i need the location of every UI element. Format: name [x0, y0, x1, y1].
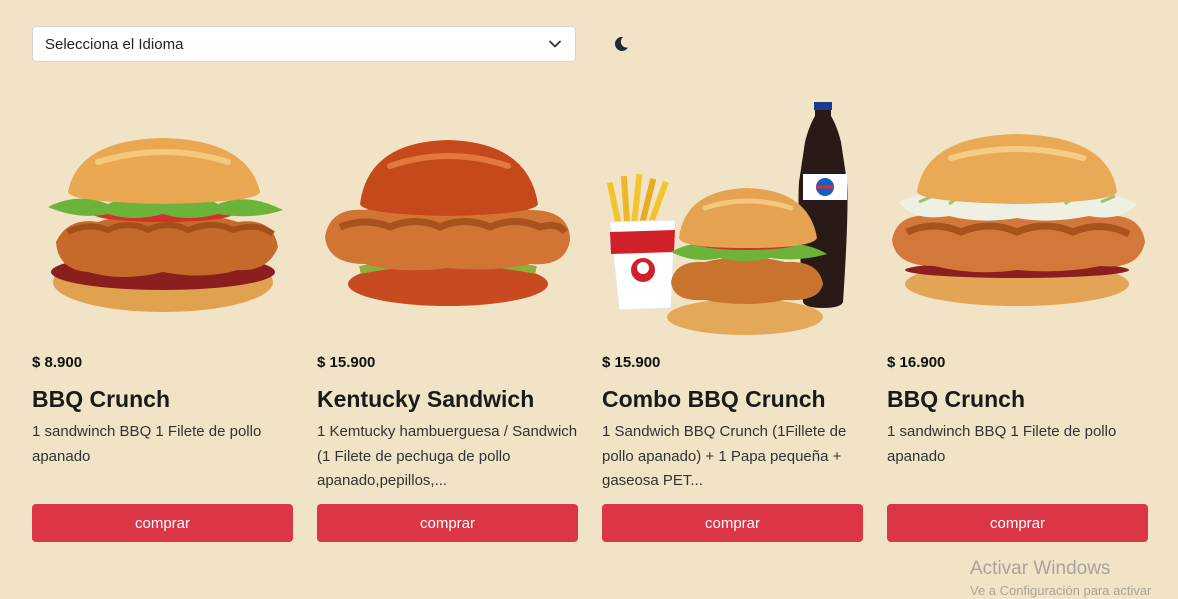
product-description: 1 Sandwich BBQ Crunch (1Fillete de pollo…: [602, 423, 847, 489]
buy-button[interactable]: comprar: [32, 504, 293, 542]
product-price: $ 16.900: [887, 354, 946, 371]
watermark-title: Activar Windows: [970, 558, 1111, 579]
moon-icon[interactable]: [612, 35, 630, 53]
product-title: Kentucky Sandwich: [317, 386, 535, 412]
watermark-subtitle: Ve a Configuración para activar: [970, 583, 1152, 598]
product-title: BBQ Crunch: [32, 386, 170, 412]
product-card: $ 16.900 BBQ Crunch 1 sandwinch BBQ 1 Fi…: [887, 100, 1148, 542]
product-title: Combo BBQ Crunch: [602, 386, 826, 412]
language-select-label: Selecciona el Idioma: [45, 35, 184, 53]
buy-button[interactable]: comprar: [317, 504, 578, 542]
product-card: $ 15.900 Kentucky Sandwich 1 Kemtucky ha…: [317, 100, 578, 542]
bbq-crunch-burger-image: [32, 100, 293, 344]
product-description: 1 sandwinch BBQ 1 Filete de pollo apanad…: [32, 423, 262, 465]
buy-button[interactable]: comprar: [602, 504, 863, 542]
product-price: $ 8.900: [32, 354, 83, 371]
product-title: BBQ Crunch: [887, 386, 1025, 412]
product-card: $ 15.900 Combo BBQ Crunch 1 Sandwich BBQ…: [602, 100, 863, 542]
kentucky-sandwich-image: [317, 100, 578, 344]
product-card: $ 8.900 BBQ Crunch 1 sandwinch BBQ 1 Fil…: [32, 100, 293, 542]
product-description: 1 Kemtucky hambuerguesa / Sandwich (1 Fi…: [317, 423, 578, 489]
chevron-down-icon: [547, 36, 563, 52]
product-list: $ 8.900 BBQ Crunch 1 sandwinch BBQ 1 Fil…: [32, 100, 1148, 542]
combo-bbq-crunch-image: [602, 100, 863, 344]
language-select[interactable]: Selecciona el Idioma: [32, 26, 576, 62]
product-description: 1 sandwinch BBQ 1 Filete de pollo apanad…: [887, 423, 1117, 465]
top-bar: Selecciona el Idioma: [32, 26, 630, 62]
coleslaw-chicken-burger-image: [887, 100, 1148, 344]
buy-button[interactable]: comprar: [887, 504, 1148, 542]
product-price: $ 15.900: [602, 354, 661, 371]
product-price: $ 15.900: [317, 354, 376, 371]
activate-windows-watermark: Activar Windows Ve a Configuración para …: [970, 558, 1151, 598]
